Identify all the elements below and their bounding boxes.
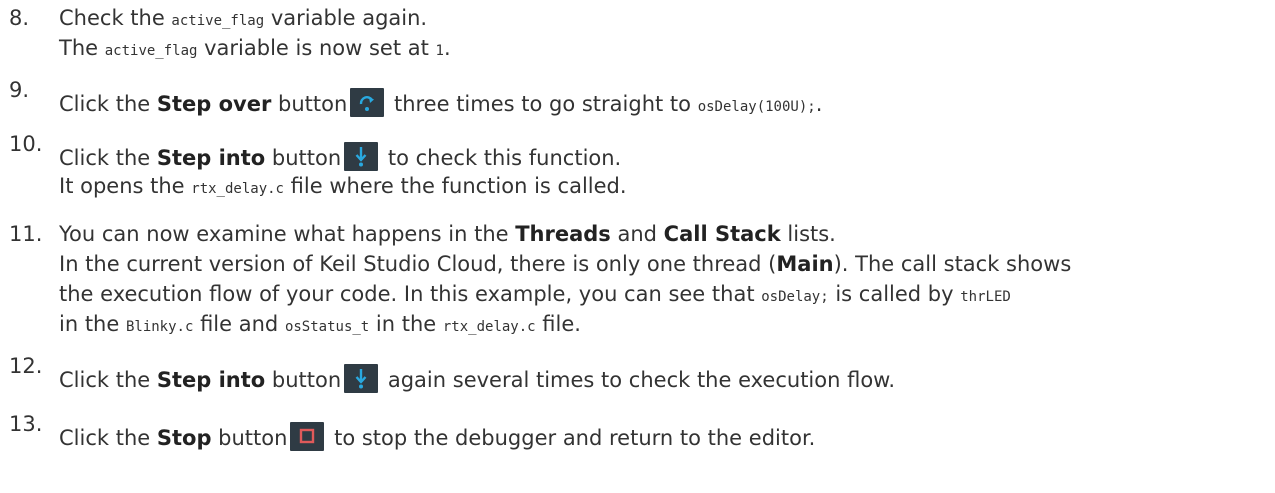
text: button	[211, 426, 288, 450]
text: variable is now set at	[197, 36, 436, 60]
text: and	[610, 222, 664, 246]
step-text: Check the active_flag variable again.	[59, 4, 427, 36]
step-into-icon	[344, 364, 379, 393]
step-text: You can now examine what happens in the …	[59, 220, 836, 249]
text: You can now examine what happens in the	[59, 222, 516, 246]
code: 1	[435, 43, 444, 59]
code: rtx_delay.c	[442, 319, 536, 335]
code: osDelay(100U);	[697, 99, 816, 115]
step-text: in the Blinky.c file and osStatus_t in t…	[59, 310, 581, 342]
main-thread-label: Main	[776, 252, 834, 276]
text: in the	[369, 312, 443, 336]
text: to stop the debugger and return to the e…	[327, 426, 816, 450]
step-into-icon	[344, 142, 379, 171]
step-over-label: Step over	[156, 92, 272, 116]
text: to check this function.	[381, 146, 622, 170]
threads-label: Threads	[515, 222, 611, 246]
step-over-icon	[350, 88, 385, 117]
text: in the	[59, 312, 126, 336]
text: It opens the	[59, 174, 192, 198]
text: the execution flow of your code. In this…	[59, 282, 762, 306]
step-text: the execution flow of your code. In this…	[59, 280, 1011, 312]
text: lists.	[780, 222, 836, 246]
text: file.	[535, 312, 581, 336]
text: Click the	[59, 426, 157, 450]
stop-label: Stop	[156, 426, 212, 450]
code: active_flag	[171, 13, 265, 29]
code: rtx_delay.c	[191, 181, 284, 197]
call-stack-label: Call Stack	[663, 222, 781, 246]
step-into-label: Step into	[156, 368, 266, 392]
code: Blinky.c	[125, 319, 194, 335]
stop-icon	[290, 422, 325, 451]
text: button	[265, 368, 342, 392]
text: three times to go straight to	[387, 92, 698, 116]
text: Click the	[59, 92, 157, 116]
text: is called by	[828, 282, 961, 306]
step-number: 10.	[9, 132, 43, 156]
text: The	[59, 36, 105, 60]
step-number: 12.	[9, 354, 43, 378]
step-text: Click the Step into button to check this…	[59, 142, 621, 173]
code: osDelay;	[761, 289, 829, 305]
text: ). The call stack shows	[833, 252, 1072, 276]
step-into-label: Step into	[156, 146, 266, 170]
step-text: Click the Stop button to stop the debugg…	[59, 422, 815, 453]
step-text: In the current version of Keil Studio Cl…	[59, 250, 1071, 279]
text: variable again.	[264, 6, 428, 30]
text: again several times to check the executi…	[381, 368, 896, 392]
step-text: It opens the rtx_delay.c file where the …	[59, 172, 627, 204]
text: button	[271, 92, 348, 116]
text: Check the	[59, 6, 172, 30]
text: button	[265, 146, 342, 170]
code: thrLED	[960, 289, 1011, 305]
text: file and	[193, 312, 285, 336]
text: In the current version of Keil Studio Cl…	[59, 252, 777, 276]
step-number: 9.	[9, 78, 30, 102]
step-text: Click the Step over button three times t…	[59, 88, 822, 122]
text: .	[815, 92, 823, 116]
code: osStatus_t	[284, 319, 370, 335]
step-text: Click the Step into button again several…	[59, 364, 895, 395]
text: Click the	[59, 146, 157, 170]
step-number: 11.	[9, 222, 43, 246]
step-number: 13.	[9, 412, 43, 436]
text: file where the function is called.	[283, 174, 627, 198]
text: Click the	[59, 368, 157, 392]
code: active_flag	[104, 43, 198, 59]
step-text: The active_flag variable is now set at 1…	[59, 34, 451, 66]
step-number: 8.	[9, 6, 30, 30]
text: .	[443, 36, 451, 60]
